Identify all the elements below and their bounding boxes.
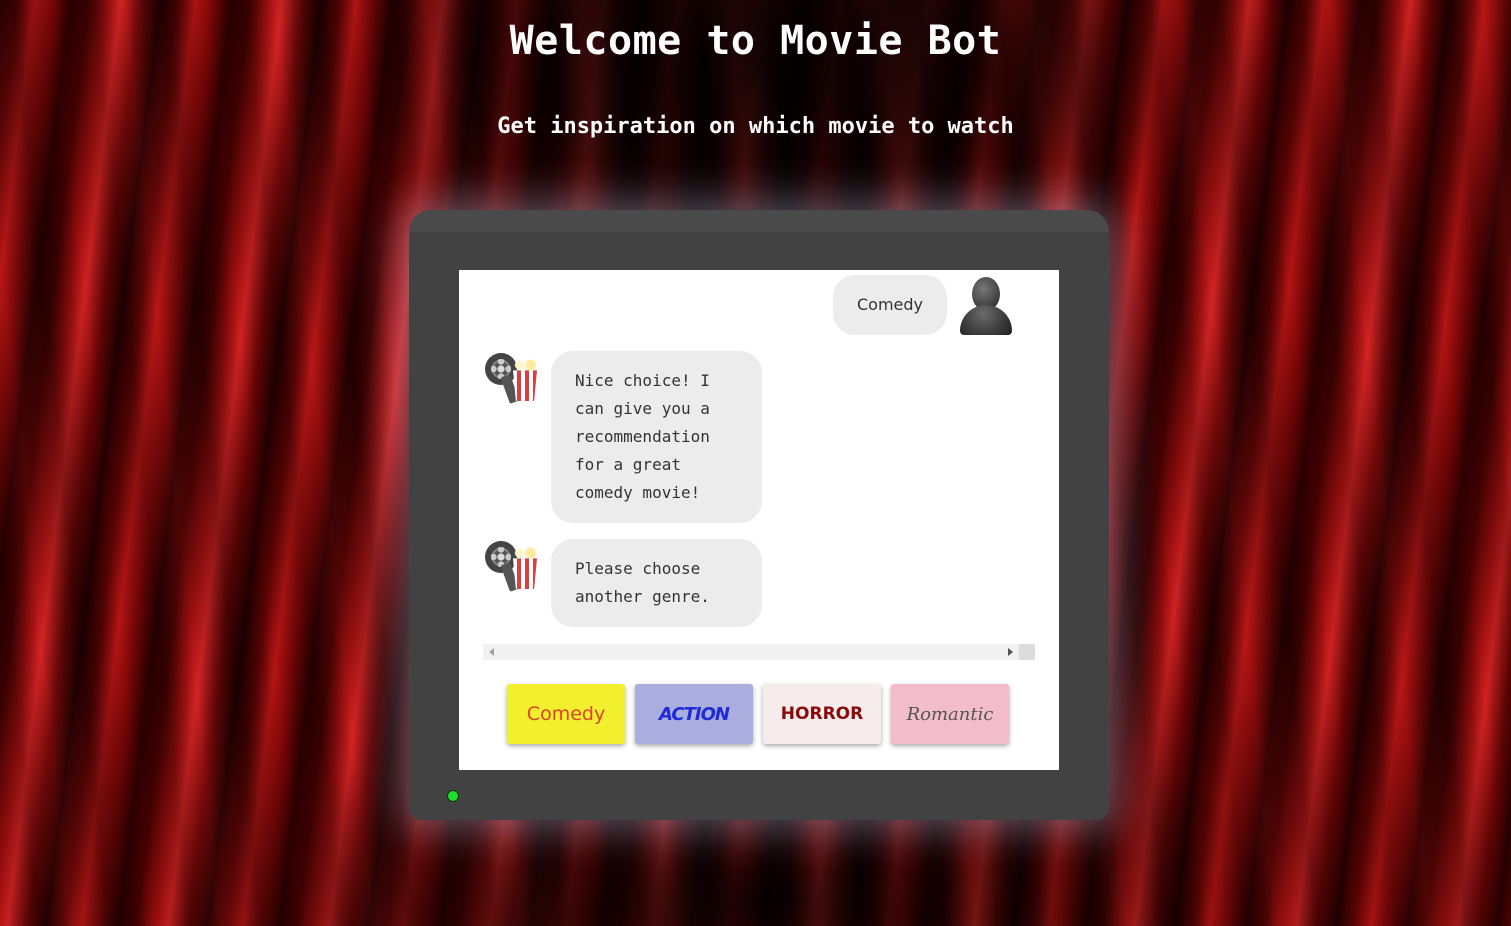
page-subtitle: Get inspiration on which movie to watch: [497, 114, 1014, 139]
tv-screen: Comedy Nice choice! I can give you a rec…: [459, 270, 1059, 770]
genre-button-row: Comedy ACTION HORROR Romantic: [507, 684, 1009, 744]
user-silhouette-icon: [957, 275, 1015, 335]
bot-message: Nice choice! I can give you a recommenda…: [483, 351, 762, 523]
action-button[interactable]: ACTION: [635, 684, 753, 744]
user-message: Comedy: [832, 275, 1015, 335]
romantic-button[interactable]: Romantic: [891, 684, 1009, 744]
horizontal-scrollbar[interactable]: [483, 644, 1035, 660]
page-title: Welcome to Movie Bot: [509, 18, 1002, 64]
bot-message: Please choose another genre.: [483, 539, 762, 627]
film-reel-popcorn-icon: [483, 351, 543, 407]
bot-message-bubble: Nice choice! I can give you a recommenda…: [551, 351, 762, 523]
bot-message-bubble: Please choose another genre.: [551, 539, 762, 627]
film-reel-popcorn-icon: [483, 539, 543, 595]
tv-top-bezel: [409, 210, 1109, 232]
scroll-left-arrow-icon[interactable]: [489, 648, 494, 656]
scroll-right-arrow-icon[interactable]: [1008, 648, 1013, 656]
power-led-icon: [447, 790, 459, 802]
tv-frame: Comedy Nice choice! I can give you a rec…: [409, 210, 1109, 820]
chat-window[interactable]: Comedy Nice choice! I can give you a rec…: [483, 270, 1035, 660]
user-message-bubble: Comedy: [832, 275, 947, 335]
scrollbar-corner: [1019, 644, 1035, 660]
comedy-button[interactable]: Comedy: [507, 684, 625, 744]
horror-button[interactable]: HORROR: [763, 684, 881, 744]
